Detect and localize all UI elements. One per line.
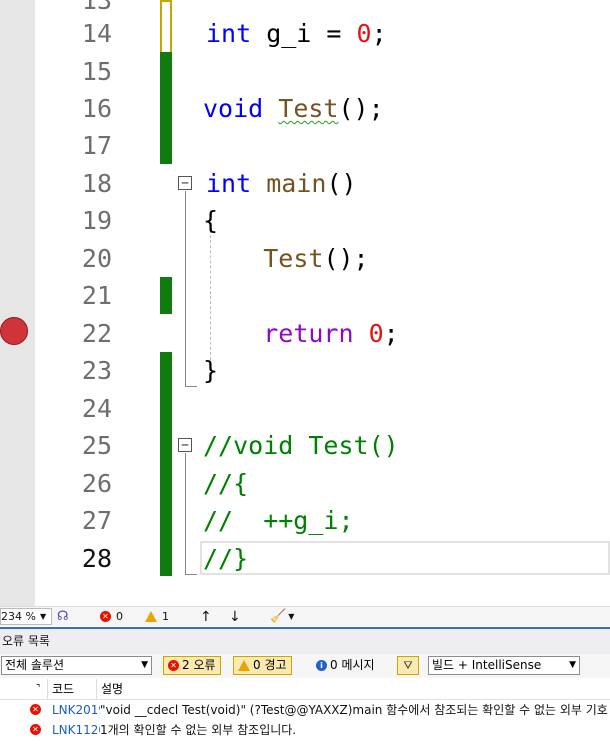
- change-marker: [160, 277, 172, 314]
- line-number: 21: [81, 281, 112, 310]
- filter-icon: ⛛: [403, 659, 413, 672]
- saved-change-marker: [160, 0, 172, 54]
- info-icon: i: [316, 660, 327, 671]
- chevron-down-icon: ▼: [288, 611, 295, 621]
- line-number: 15: [81, 57, 112, 86]
- code-line-19[interactable]: {: [203, 202, 218, 239]
- chevron-down-icon: ▼: [569, 660, 576, 670]
- error-description: 1개의 확인할 수 없는 외부 참조입니다.: [100, 723, 297, 737]
- code-cleanup-button[interactable]: 🧹 ▼: [270, 607, 294, 626]
- filter-toggle-button[interactable]: ⛛: [397, 656, 419, 675]
- line-number: 14: [81, 19, 112, 48]
- error-icon: ✕: [30, 704, 41, 715]
- zoom-value: 234 %: [1, 609, 36, 623]
- code-line-26[interactable]: //{: [203, 465, 248, 502]
- code-editor[interactable]: 13 14 15 16 17 18 19 20 21 22 23 24 25 2…: [0, 0, 610, 606]
- error-icon: ✕: [30, 724, 41, 735]
- code-line-28[interactable]: //}: [203, 540, 248, 577]
- outline-guide: [185, 453, 186, 574]
- previous-issue-button[interactable]: ↑: [200, 607, 212, 626]
- column-description[interactable]: 설명: [101, 679, 123, 699]
- error-row[interactable]: ✕ LNK2019 "void __cdecl Test(void)" (?Te…: [0, 700, 610, 720]
- error-code[interactable]: LNK1120: [52, 720, 100, 740]
- chevron-down-icon: ▼: [141, 660, 148, 670]
- warning-count[interactable]: 1: [145, 607, 169, 626]
- scope-dropdown[interactable]: 전체 솔루션 ▼: [1, 656, 152, 675]
- error-icon: ✕: [100, 611, 111, 622]
- line-number: 20: [81, 244, 112, 273]
- error-list-header: ⌝ 코드 설명: [0, 679, 610, 700]
- line-number: 18: [81, 169, 112, 198]
- test-declaration-squiggle: Test: [278, 94, 339, 123]
- error-icon: ✕: [168, 660, 179, 671]
- column-code[interactable]: 코드: [52, 679, 74, 699]
- change-marker: [160, 352, 172, 576]
- sort-icon[interactable]: ⌝: [36, 679, 40, 699]
- error-row[interactable]: ✕ LNK1120 1개의 확인할 수 없는 외부 참조입니다.: [0, 720, 610, 740]
- error-description: "void __cdecl Test(void)" (?Test@@YAXXZ)…: [100, 703, 608, 717]
- line-number: 17: [81, 131, 112, 160]
- chevron-down-icon: ▼: [39, 611, 47, 621]
- warning-icon: [238, 660, 250, 671]
- zoom-dropdown[interactable]: 234 % ▼: [0, 608, 52, 625]
- code-line-18[interactable]: int main(): [206, 165, 357, 202]
- code-line-16[interactable]: void Test();: [203, 90, 384, 127]
- code-line-22[interactable]: return 0;: [203, 315, 399, 352]
- build-source-dropdown[interactable]: 빌드 + IntelliSense ▼: [428, 656, 580, 675]
- code-line-20[interactable]: Test();: [203, 240, 368, 277]
- code-line-27[interactable]: // ++g_i;: [203, 502, 354, 539]
- current-line-highlight: [200, 541, 610, 575]
- error-list-title: 오류 목록: [0, 627, 610, 654]
- line-number-current: 28: [81, 544, 112, 573]
- line-number: 26: [81, 469, 112, 498]
- warning-icon: [145, 611, 157, 622]
- line-number: 27: [81, 506, 112, 535]
- breakpoint-icon[interactable]: [0, 317, 28, 345]
- messages-filter-button[interactable]: i 0 메시지: [311, 656, 380, 675]
- code-line-23[interactable]: }: [203, 352, 218, 389]
- intellicode-icon[interactable]: ☊: [57, 607, 69, 626]
- change-marker: [160, 52, 172, 164]
- glyph-margin[interactable]: [0, 0, 35, 606]
- code-line-14[interactable]: int g_i = 0;: [206, 15, 387, 52]
- line-number: 19: [81, 206, 112, 235]
- warnings-filter-button[interactable]: 0 경고: [233, 656, 292, 675]
- outline-guide-end: [185, 386, 197, 387]
- collapse-toggle-icon[interactable]: −: [178, 176, 192, 190]
- line-number: 25: [81, 431, 112, 460]
- errors-filter-button[interactable]: ✕ 2 오류: [163, 656, 221, 675]
- code-line-25[interactable]: //void Test(): [203, 427, 399, 464]
- editor-status-strip: 234 % ▼ ☊ ✕ 0 1 ↑ ↓ 🧹 ▼: [0, 606, 610, 626]
- error-count[interactable]: ✕ 0: [100, 607, 123, 626]
- outline-guide: [185, 191, 186, 386]
- line-number: 24: [81, 394, 112, 423]
- next-issue-button[interactable]: ↓: [229, 607, 241, 626]
- line-number: 16: [81, 94, 112, 123]
- line-number: 23: [81, 356, 112, 385]
- collapse-toggle-icon[interactable]: −: [178, 438, 192, 452]
- error-code[interactable]: LNK2019: [52, 700, 100, 720]
- broom-icon: 🧹: [270, 608, 287, 624]
- outline-guide-end: [185, 574, 197, 575]
- error-list-toolbar: 전체 솔루션 ▼ ✕ 2 오류 0 경고 i 0 메시지 ⛛ 빌드 + Inte…: [0, 654, 610, 678]
- line-number: 22: [81, 319, 112, 348]
